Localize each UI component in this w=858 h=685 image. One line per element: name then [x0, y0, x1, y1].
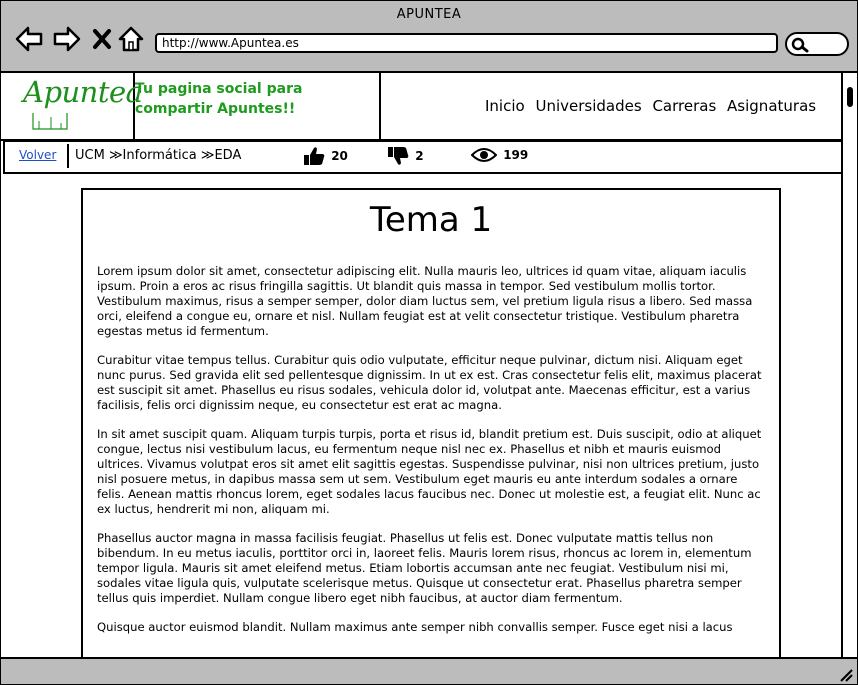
site-slogan: Tu pagina social para compartir Apuntes!… [135, 81, 303, 117]
nav-item-universidades[interactable]: Universidades [535, 97, 641, 115]
back-link[interactable]: Volver [19, 148, 56, 162]
slogan-container: Tu pagina social para compartir Apuntes!… [133, 73, 381, 139]
paragraph: In sit amet suscipit quam. Aliquam turpi… [97, 427, 762, 516]
search-icon [791, 37, 809, 53]
nav-item-asignaturas[interactable]: Asignaturas [727, 97, 816, 115]
dislikes-stat[interactable]: 2 [387, 146, 424, 166]
browser-chrome: APUNTEA http://www.Apuntea.es [1, 1, 857, 73]
document-body: Lorem ipsum dolor sit amet, consectetur … [97, 264, 767, 649]
nav-item-inicio[interactable]: Inicio [485, 97, 525, 115]
search-box[interactable] [785, 32, 849, 56]
browser-window: APUNTEA http://www.Apuntea.es Apuntea Tu… [0, 0, 858, 685]
eye-icon [470, 148, 498, 162]
logo-container[interactable]: Apuntea [3, 73, 143, 139]
thumbs-down-icon [388, 147, 409, 165]
paragraph: Curabitur vitae tempus tellus. Curabitur… [97, 353, 762, 412]
home-icon[interactable] [117, 25, 145, 53]
document-title: Tema 1 [369, 200, 493, 240]
resize-grip-icon[interactable] [839, 668, 853, 682]
document-toolbar: Volver UCM ≫Informática ≫EDA 20 2 199 [3, 140, 843, 174]
document-panel: Tema 1 Lorem ipsum dolor sit amet, conse… [81, 188, 781, 672]
main-nav: Inicio Universidades Carreras Asignatura… [485, 97, 822, 115]
paragraph: Lorem ipsum dolor sit amet, consectetur … [97, 264, 753, 338]
views-count: 199 [503, 148, 529, 162]
scrollbar-thumb[interactable] [847, 87, 853, 107]
paragraph: Quisque auctor euismod blandit. Nullam m… [97, 620, 733, 634]
url-bar[interactable]: http://www.Apuntea.es [155, 33, 778, 53]
logo-book-icon [32, 113, 68, 130]
forward-arrow-icon[interactable] [53, 25, 81, 53]
site-header: Apuntea Tu pagina social para compartir … [1, 73, 847, 141]
vertical-scrollbar[interactable] [841, 73, 857, 657]
window-title: APUNTEA [396, 7, 462, 22]
back-arrow-icon[interactable] [15, 25, 43, 53]
close-x-icon[interactable] [89, 25, 117, 53]
site-logo: Apuntea [23, 75, 143, 109]
likes-count: 20 [331, 149, 348, 163]
thumbs-up-icon [304, 147, 325, 165]
toolbar-divider [67, 144, 69, 168]
dislikes-count: 2 [415, 149, 424, 163]
nav-item-carreras[interactable]: Carreras [652, 97, 716, 115]
views-stat: 199 [470, 146, 529, 164]
status-bar [1, 657, 857, 684]
breadcrumb[interactable]: UCM ≫Informática ≫EDA [75, 148, 241, 163]
likes-stat[interactable]: 20 [303, 146, 348, 166]
paragraph: Phasellus auctor magna in massa facilisi… [97, 531, 752, 605]
